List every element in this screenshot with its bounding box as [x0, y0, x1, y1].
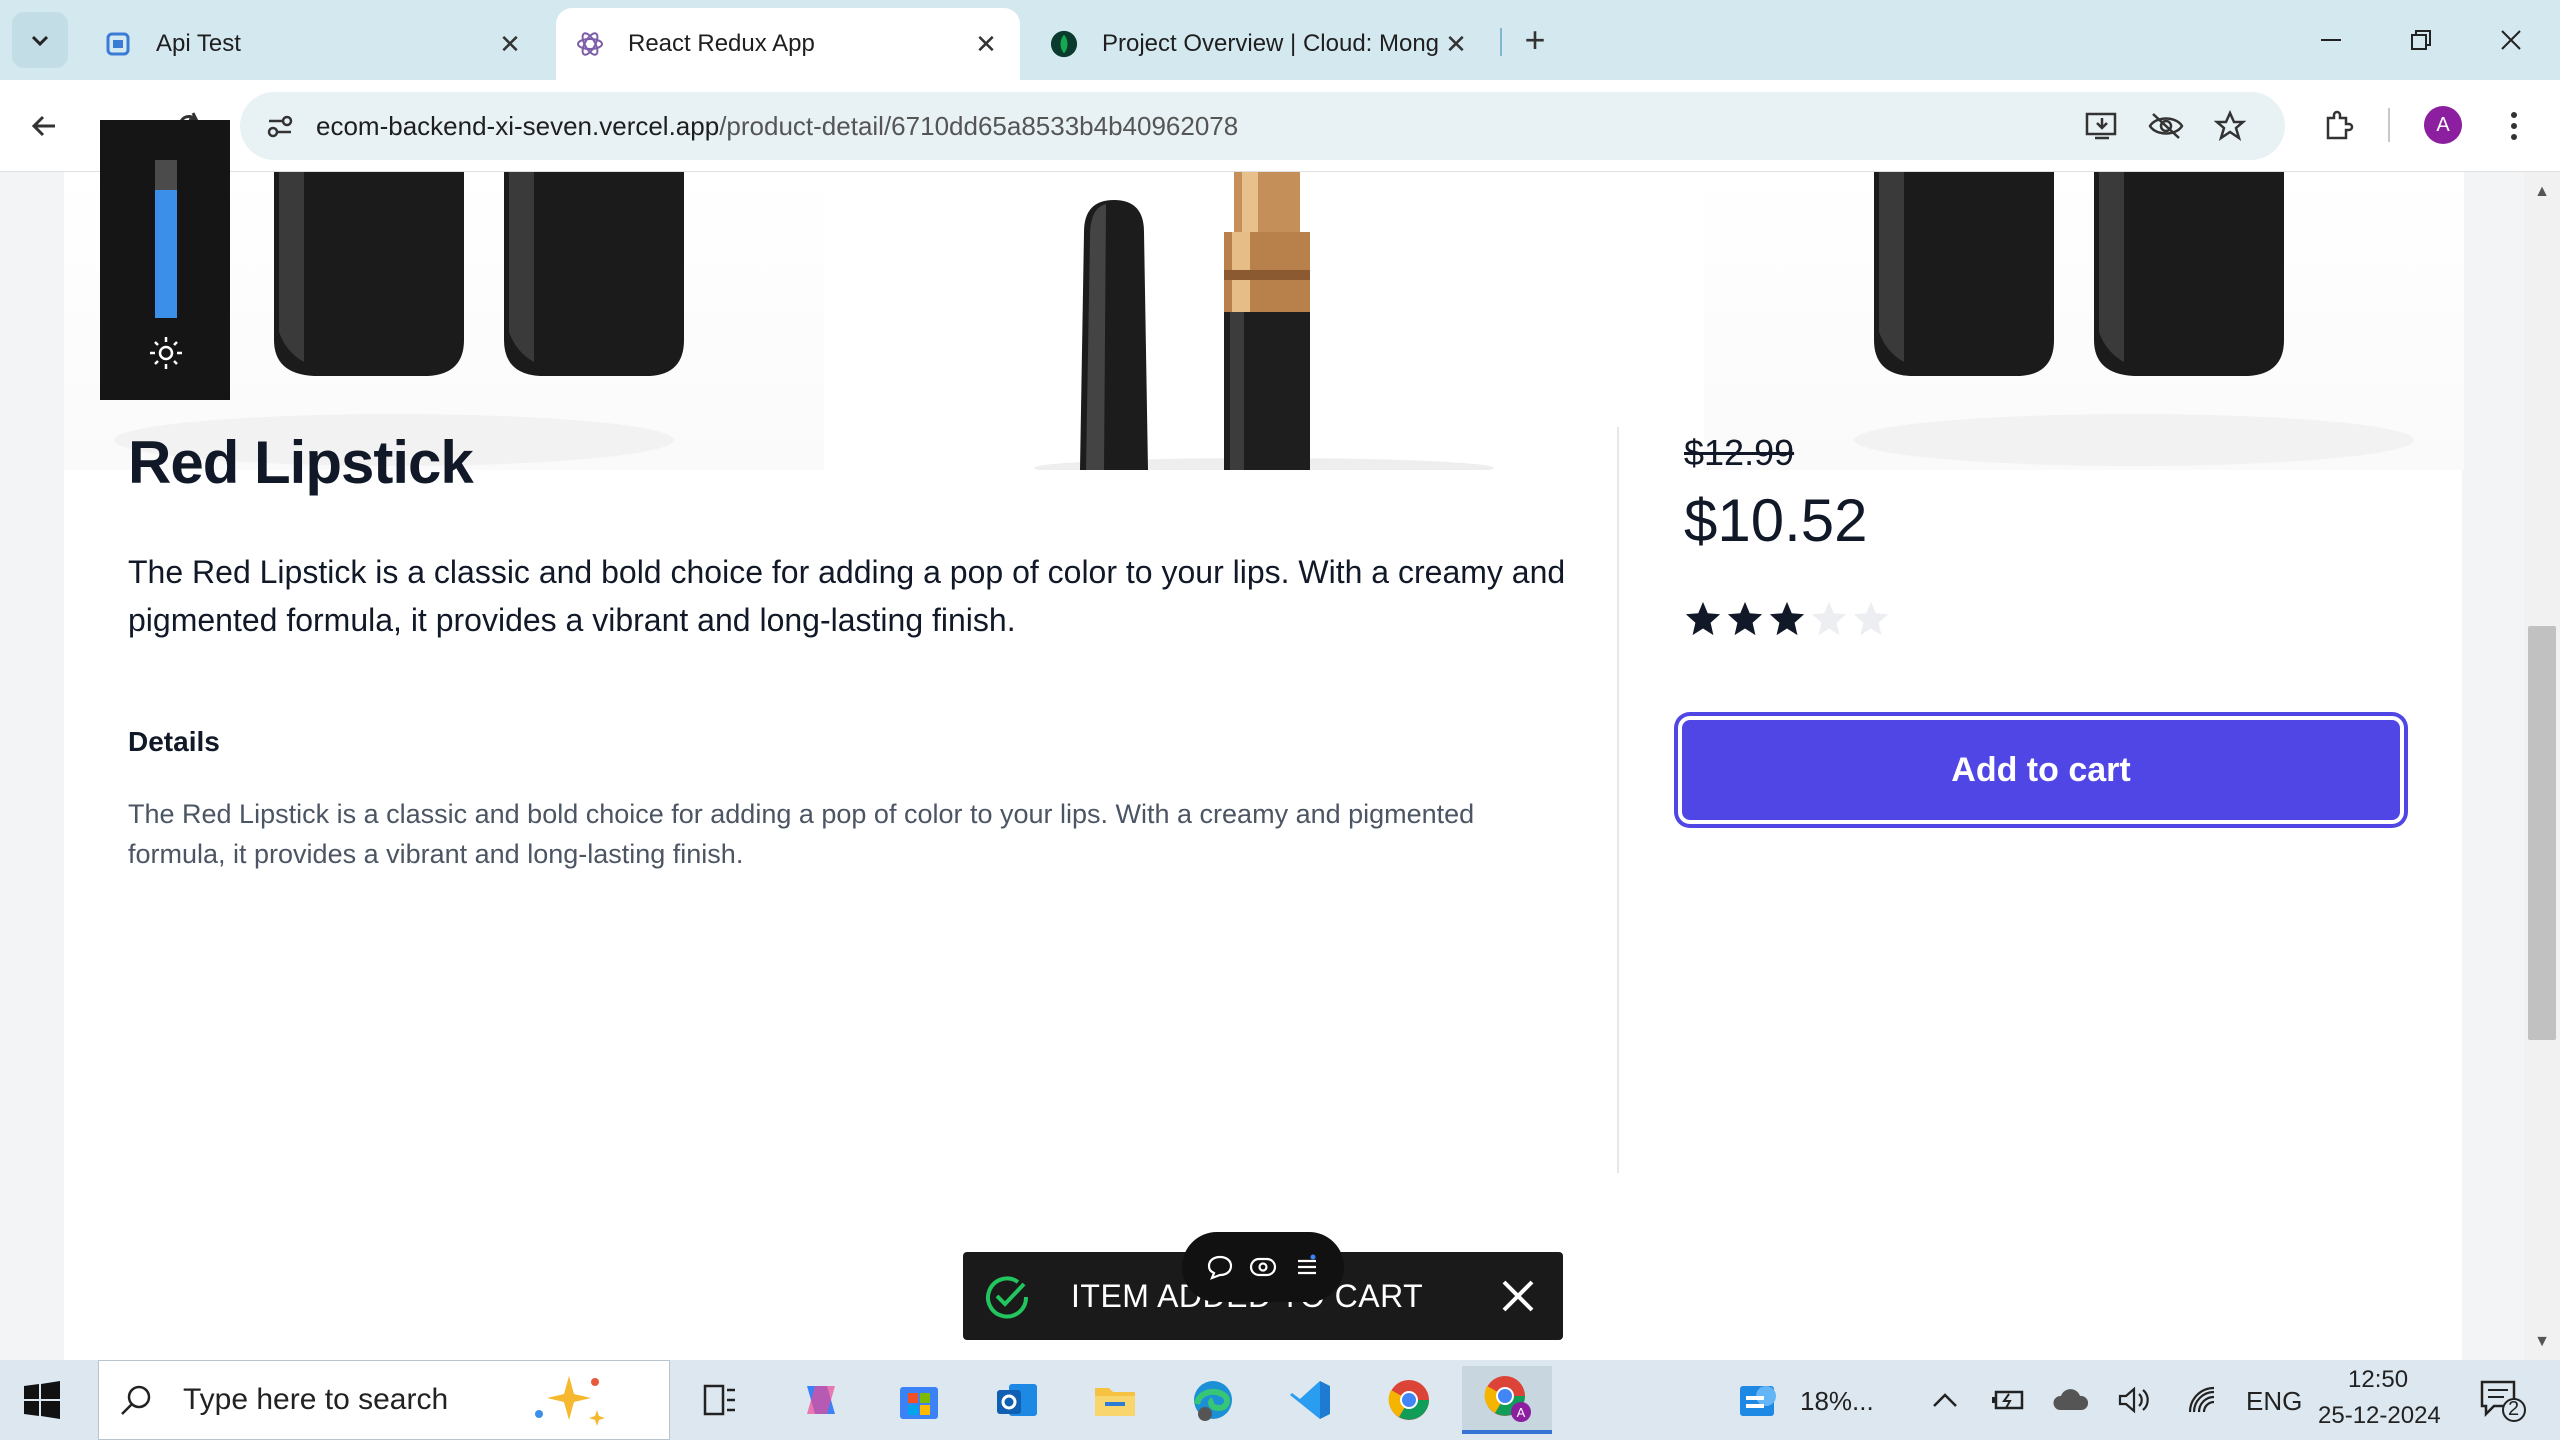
react-favicon-icon	[576, 30, 604, 58]
extension-floating-toolbar	[1182, 1232, 1344, 1302]
tab-search-button[interactable]	[12, 12, 68, 68]
close-icon[interactable]: ✕	[1442, 29, 1470, 59]
product-description: The Red Lipstick is a classic and bold c…	[128, 554, 1566, 638]
eye-icon[interactable]	[1248, 1253, 1278, 1281]
bookmark-star-icon[interactable]	[2206, 102, 2254, 150]
tab-react-redux-app[interactable]: React Redux App ✕	[556, 8, 1020, 80]
file-explorer-icon[interactable]	[1070, 1366, 1160, 1434]
current-price: $10.52	[1684, 487, 1868, 554]
brightness-level-fill	[155, 190, 177, 318]
url-path: /product-detail/6710dd65a8533b4b40962078	[719, 110, 1239, 141]
chevron-down-icon	[31, 35, 49, 47]
search-placeholder: Type here to search	[183, 1383, 449, 1416]
close-icon[interactable]: ✕	[972, 29, 1000, 59]
language-indicator[interactable]: ENG	[2246, 1386, 2302, 1417]
new-tab-button[interactable]: +	[1515, 19, 1555, 60]
scroll-down-arrow-icon[interactable]: ▼	[2530, 1330, 2554, 1354]
extensions-puzzle-icon[interactable]	[2314, 102, 2362, 150]
check-circle-icon	[986, 1276, 1029, 1319]
scroll-up-arrow-icon[interactable]: ▲	[2530, 180, 2554, 204]
list-menu-icon[interactable]	[1292, 1253, 1320, 1281]
tab-title: React Redux App	[628, 30, 815, 57]
sun-icon	[150, 337, 182, 369]
close-icon[interactable]: ✕	[496, 29, 524, 59]
wifi-icon[interactable]	[2186, 1384, 2220, 1416]
clock-time[interactable]: 12:50	[2348, 1366, 2408, 1394]
profile-avatar[interactable]: A	[2424, 106, 2462, 144]
install-app-icon[interactable]	[2078, 102, 2126, 150]
star-filled-icon	[1769, 601, 1805, 636]
battery-icon[interactable]	[1990, 1384, 2026, 1416]
minimize-button[interactable]	[2286, 0, 2376, 80]
rating-stars	[1684, 600, 1890, 638]
outlook-app-icon[interactable]	[972, 1366, 1062, 1434]
arrow-left-icon	[31, 115, 55, 137]
toolbar-divider	[2388, 108, 2390, 142]
tab-title: Project Overview | Cloud: Mong	[1102, 30, 1440, 57]
minimize-icon	[2321, 39, 2341, 41]
tab-separator	[1500, 28, 1502, 56]
clock-date[interactable]: 25-12-2024	[2318, 1402, 2441, 1430]
address-bar[interactable]: ecom-backend-xi-seven.vercel.app/product…	[240, 92, 2285, 160]
chrome-profile-app-icon[interactable]: A	[1462, 1366, 1552, 1434]
column-divider	[1617, 427, 1619, 1173]
site-info-icon[interactable]	[256, 102, 304, 150]
star-empty-icon	[1853, 601, 1889, 636]
product-image-main[interactable]	[1024, 172, 1564, 478]
eye-slash-icon[interactable]	[2142, 102, 2190, 150]
tab-api-test[interactable]: Api Test ✕	[84, 8, 544, 80]
close-window-button[interactable]	[2466, 0, 2556, 80]
original-price: $12.99	[1684, 432, 1795, 473]
chevron-up-icon[interactable]	[1930, 1386, 1960, 1416]
close-icon[interactable]	[1498, 1276, 1538, 1316]
sparkle-copilot-icon	[535, 1376, 605, 1426]
edge-browser-icon[interactable]	[1168, 1366, 1258, 1434]
restore-icon	[2411, 30, 2431, 50]
weather-text[interactable]: 18%...	[1800, 1386, 1874, 1417]
weather-widget-icon[interactable]	[1736, 1378, 1786, 1424]
product-title: Red Lipstick	[128, 429, 474, 496]
star-filled-icon	[1685, 601, 1721, 636]
mongodb-leaf-icon	[1050, 30, 1078, 58]
add-to-cart-button[interactable]: Add to cart	[1678, 716, 2404, 824]
close-icon	[2501, 30, 2521, 50]
volume-icon[interactable]	[2116, 1384, 2152, 1416]
browser-toolbar: ecom-backend-xi-seven.vercel.app/product…	[0, 80, 2560, 172]
star-empty-icon	[1811, 601, 1847, 636]
svg-text:A: A	[1517, 1405, 1526, 1420]
search-icon	[121, 1385, 151, 1415]
back-button[interactable]	[20, 102, 68, 150]
api-test-favicon-icon	[104, 30, 132, 58]
notification-count: 2	[2508, 1398, 2520, 1420]
product-image-right[interactable]	[1704, 172, 2464, 470]
tab-title: Api Test	[156, 30, 241, 57]
copilot-app-icon[interactable]	[776, 1366, 866, 1434]
url-host: ecom-backend-xi-seven.vercel.app	[316, 110, 720, 141]
windows-start-icon[interactable]	[20, 1378, 64, 1422]
tab-project-overview[interactable]: Project Overview | Cloud: Mong ✕	[1030, 8, 1490, 80]
onedrive-cloud-icon[interactable]	[2052, 1386, 2090, 1414]
vscode-icon[interactable]	[1266, 1366, 1356, 1434]
restore-button[interactable]	[2376, 0, 2466, 80]
details-heading: Details	[128, 726, 220, 757]
task-view-icon[interactable]	[674, 1366, 764, 1434]
scrollbar-thumb[interactable]	[2528, 626, 2556, 1040]
details-text: The Red Lipstick is a classic and bold c…	[128, 799, 1475, 869]
chat-bubble-icon[interactable]	[1206, 1253, 1234, 1281]
taskbar-search[interactable]: Type here to search	[98, 1360, 670, 1440]
url-text: ecom-backend-xi-seven.vercel.app/product…	[316, 111, 1238, 142]
notification-center-icon[interactable]	[2478, 1378, 2528, 1424]
more-menu-icon[interactable]	[2490, 102, 2538, 150]
microsoft-store-icon[interactable]	[874, 1366, 964, 1434]
chrome-browser-icon[interactable]	[1364, 1366, 1454, 1434]
star-filled-icon	[1727, 601, 1763, 636]
